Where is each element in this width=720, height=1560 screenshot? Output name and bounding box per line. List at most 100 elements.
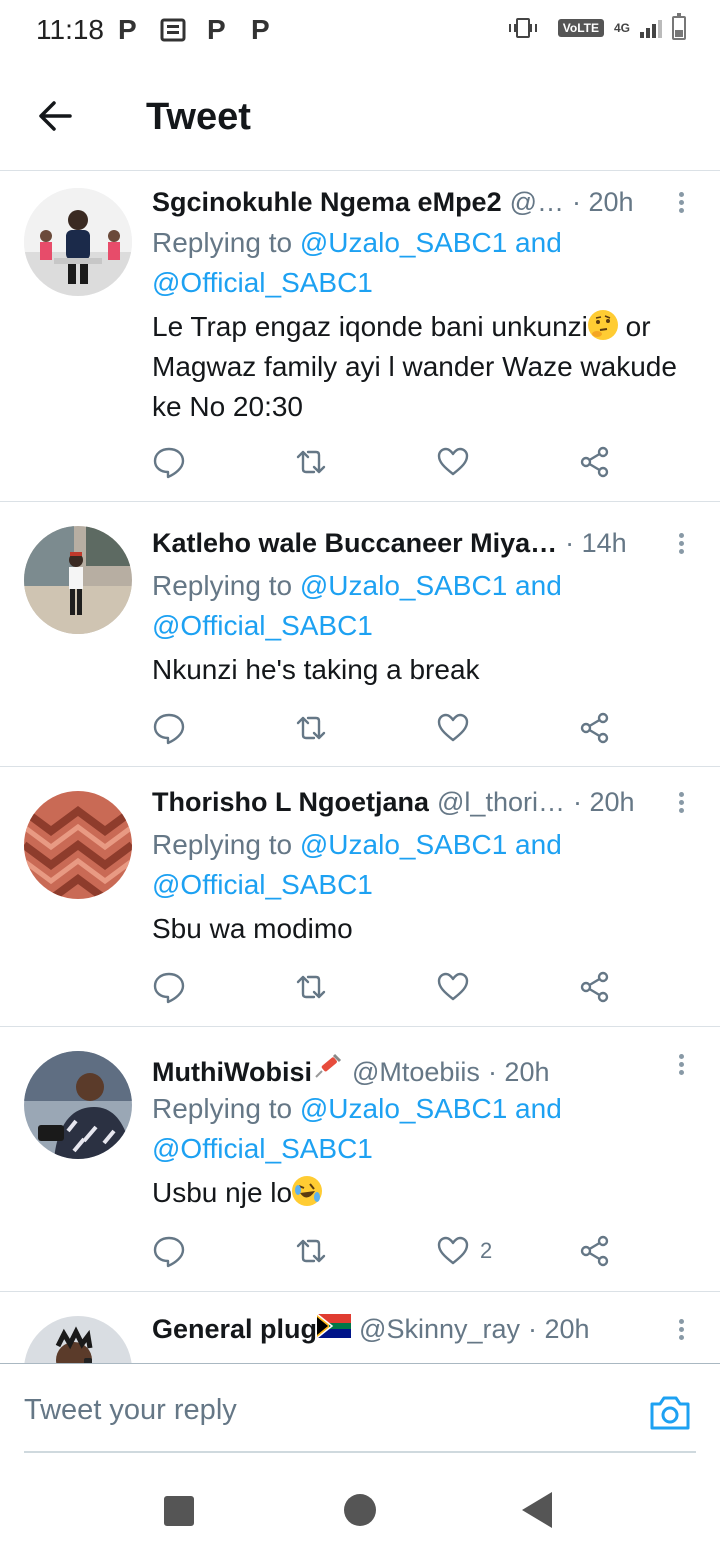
page-title: Tweet bbox=[146, 96, 251, 138]
heart-icon bbox=[437, 713, 469, 742]
user-handle[interactable]: @Skinny_ray bbox=[359, 1314, 520, 1345]
replying-to-label: Replying to bbox=[152, 829, 300, 860]
vibrate-icon bbox=[508, 18, 537, 38]
user-handle[interactable]: @Mtoebiis bbox=[352, 1057, 480, 1087]
rolling-laughing-emoji-icon bbox=[292, 1176, 323, 1206]
display-name[interactable]: Thorisho L Ngoetjana bbox=[152, 787, 429, 818]
tweet-text: Le Trap engaz iqonde bani unkunzi or Mag… bbox=[152, 307, 690, 427]
share-button[interactable] bbox=[578, 1233, 612, 1269]
more-options-icon[interactable] bbox=[678, 189, 686, 216]
reply-button[interactable] bbox=[152, 1233, 186, 1269]
retweet-button[interactable] bbox=[294, 710, 328, 746]
tweet-actions bbox=[152, 444, 632, 480]
south-africa-flag-icon bbox=[316, 1314, 352, 1339]
tweet-header: Katleho wale Buccaneer Miya… · 14h bbox=[152, 528, 640, 564]
tweet-header: Thorisho L Ngoetjana @l_thori… · 20h bbox=[152, 787, 640, 823]
share-button[interactable] bbox=[578, 710, 612, 746]
like-button[interactable] bbox=[436, 710, 480, 746]
more-options-icon[interactable] bbox=[678, 1051, 686, 1078]
reply-button[interactable] bbox=[152, 710, 186, 746]
mention-link[interactable]: @Official_SABC1 bbox=[152, 267, 373, 298]
status-time: 11:18 bbox=[36, 14, 104, 45]
tweet-actions bbox=[152, 969, 632, 1005]
camera-icon[interactable] bbox=[648, 1392, 692, 1432]
reply-icon bbox=[153, 713, 185, 745]
signal-icon bbox=[640, 18, 662, 38]
tweet-item[interactable]: Sgcinokuhle Ngema eMpe2 @… · 20h Replyin… bbox=[0, 171, 720, 502]
notification-p-icon: P bbox=[207, 14, 226, 45]
share-button[interactable] bbox=[578, 969, 612, 1005]
recent-apps-icon[interactable] bbox=[164, 1496, 194, 1526]
reply-button[interactable] bbox=[152, 969, 186, 1005]
user-handle[interactable]: @… bbox=[510, 187, 564, 218]
notification-p-icon: P bbox=[118, 14, 137, 45]
reply-composer: Tweet your reply bbox=[0, 1363, 720, 1456]
avatar[interactable] bbox=[24, 526, 132, 634]
status-bar: 11:18 P P P VoLTE 4G bbox=[0, 0, 720, 62]
replying-to: Replying to @Uzalo_SABC1 and @Official_S… bbox=[152, 566, 680, 646]
mention-link[interactable]: @Official_SABC1 bbox=[152, 869, 373, 900]
back-triangle-icon[interactable] bbox=[522, 1492, 552, 1528]
tweet-text-part: Usbu nje lo bbox=[152, 1177, 293, 1208]
retweet-button[interactable] bbox=[294, 969, 328, 1005]
system-nav-bar bbox=[0, 1456, 720, 1560]
tweet-header: MuthiWobisi @Mtoebiis · 20h bbox=[152, 1051, 640, 1087]
display-name[interactable]: MuthiWobisi bbox=[152, 1057, 312, 1087]
display-name[interactable]: Sgcinokuhle Ngema eMpe2 bbox=[152, 187, 502, 218]
tweet-text: Sbu wa modimo bbox=[152, 913, 353, 944]
more-options-icon[interactable] bbox=[678, 530, 686, 557]
home-icon[interactable] bbox=[344, 1494, 376, 1526]
tweet-time: · 20h bbox=[528, 1314, 590, 1344]
avatar[interactable] bbox=[24, 188, 132, 296]
more-options-icon[interactable] bbox=[678, 1316, 686, 1343]
tweet-item[interactable]: Thorisho L Ngoetjana @l_thori… · 20h Rep… bbox=[0, 767, 720, 1027]
mention-link[interactable]: @Official_SABC1 bbox=[152, 1133, 373, 1164]
mention-link[interactable]: @Uzalo_SABC1 and bbox=[300, 1093, 562, 1124]
thinking-emoji-icon bbox=[587, 310, 618, 340]
avatar[interactable] bbox=[24, 1316, 132, 1363]
heart-icon bbox=[437, 972, 469, 1001]
news-notification-icon bbox=[160, 18, 186, 47]
share-icon bbox=[580, 446, 609, 478]
back-arrow-icon[interactable] bbox=[34, 94, 78, 138]
replying-to-label: Replying to bbox=[152, 570, 300, 601]
top-app-bar: Tweet bbox=[0, 62, 720, 171]
tweet-item[interactable]: Katleho wale Buccaneer Miya… · 14h Reply… bbox=[0, 502, 720, 767]
retweet-icon bbox=[296, 975, 326, 999]
retweet-icon bbox=[296, 450, 326, 474]
mention-link[interactable]: @Uzalo_SABC1 and bbox=[300, 570, 562, 601]
tweet-item[interactable]: MuthiWobisi @Mtoebiis · 20h Replying to … bbox=[0, 1027, 720, 1292]
like-button[interactable] bbox=[436, 444, 480, 480]
mention-link[interactable]: @Uzalo_SABC1 and bbox=[300, 829, 562, 860]
reply-icon bbox=[153, 1236, 185, 1268]
tweet-time: · 20h bbox=[572, 187, 634, 217]
tweet-item[interactable]: General plug @Skinny_ray · 20h bbox=[0, 1292, 720, 1363]
like-button[interactable] bbox=[436, 969, 480, 1005]
retweet-button[interactable] bbox=[294, 1233, 328, 1269]
like-count: 2 bbox=[480, 1238, 493, 1263]
share-icon bbox=[580, 1235, 609, 1267]
tweet-time: · 20h bbox=[487, 1057, 550, 1087]
share-button[interactable] bbox=[578, 444, 612, 480]
tweet-time: · 20h bbox=[572, 787, 635, 817]
display-name[interactable]: General plug bbox=[152, 1314, 317, 1345]
display-name[interactable]: Katleho wale Buccaneer Miya… bbox=[152, 528, 557, 559]
heart-icon bbox=[437, 1236, 469, 1265]
reply-button[interactable] bbox=[152, 444, 186, 480]
mention-link[interactable]: @Official_SABC1 bbox=[152, 610, 373, 641]
heart-icon bbox=[437, 447, 469, 476]
mention-link[interactable]: @Uzalo_SABC1 and bbox=[300, 227, 562, 258]
avatar[interactable] bbox=[24, 791, 132, 899]
like-button[interactable]: 2 bbox=[436, 1233, 492, 1269]
replying-to: Replying to @Uzalo_SABC1 and @Official_S… bbox=[152, 223, 680, 303]
retweet-button[interactable] bbox=[294, 444, 328, 480]
tweet-actions bbox=[152, 710, 632, 746]
replying-to: Replying to @Uzalo_SABC1 and @Official_S… bbox=[152, 1089, 680, 1169]
avatar[interactable] bbox=[24, 1051, 132, 1159]
retweet-icon bbox=[296, 716, 326, 740]
more-options-icon[interactable] bbox=[678, 789, 686, 816]
user-handle[interactable]: @l_thori… bbox=[437, 787, 565, 818]
tweet-header: Sgcinokuhle Ngema eMpe2 @… · 20h bbox=[152, 187, 640, 223]
reply-feed[interactable]: Sgcinokuhle Ngema eMpe2 @… · 20h Replyin… bbox=[0, 171, 720, 1363]
reply-input[interactable]: Tweet your reply bbox=[24, 1394, 237, 1427]
